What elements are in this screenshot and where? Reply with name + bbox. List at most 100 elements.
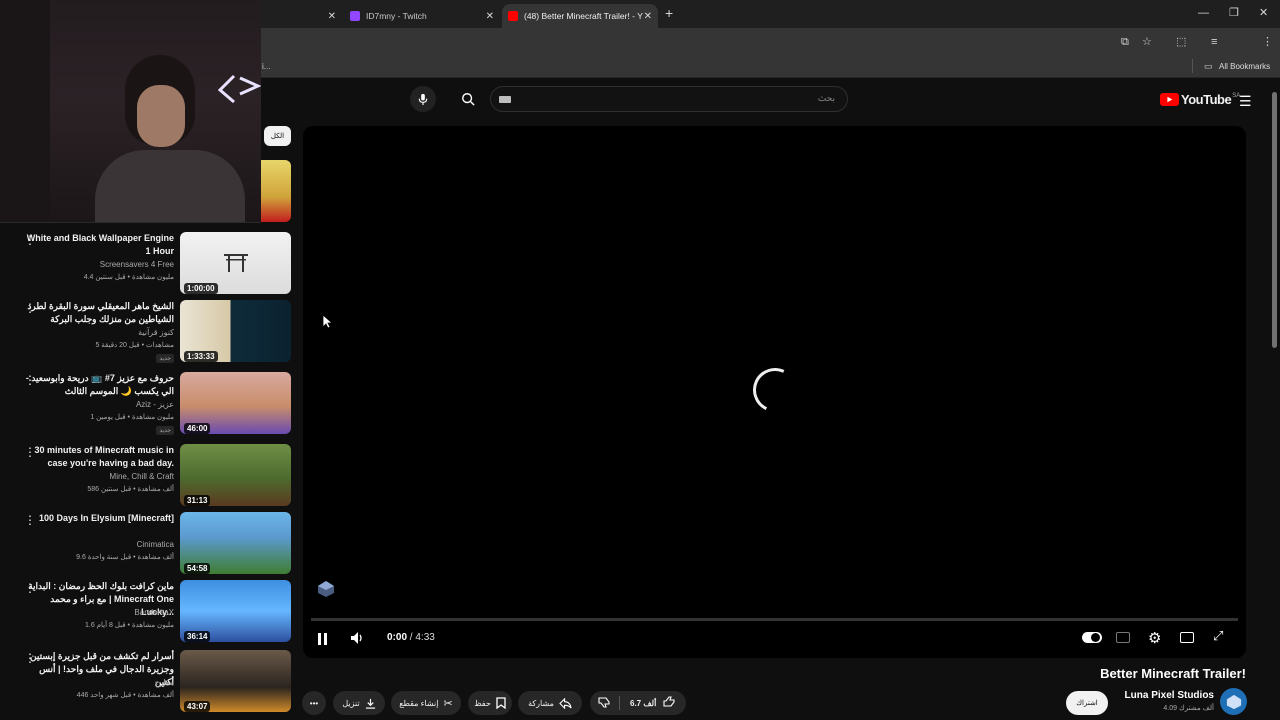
download-button[interactable]: تنزيل xyxy=(333,691,385,715)
close-tab-icon[interactable]: ✕ xyxy=(644,11,652,22)
autoplay-toggle[interactable] xyxy=(1082,632,1102,643)
subtitles-icon[interactable] xyxy=(1116,632,1130,643)
list-item[interactable]: ⋮ 100 Days In Elysium [Minecraft] Cinima… xyxy=(0,512,292,576)
more-actions-button[interactable]: ••• xyxy=(302,691,326,715)
fullscreen-icon[interactable]: ⤢ xyxy=(1213,628,1223,644)
page-scrollbar[interactable] xyxy=(1272,92,1277,348)
youtube-favicon-icon xyxy=(508,11,518,21)
video-item-title[interactable]: حروف مع عزيز 7# 📺 دريحة وابوسعيد - الي ي… xyxy=(24,372,174,398)
channel-avatar[interactable] xyxy=(1220,688,1247,715)
duration-badge: 54:58 xyxy=(184,563,211,574)
video-item-channel[interactable]: BanderitaX xyxy=(24,608,174,617)
chip-all[interactable]: الكل xyxy=(264,126,291,146)
channel-logo-icon xyxy=(1226,694,1241,709)
all-bookmarks-button[interactable]: All Bookmarks xyxy=(1219,62,1270,71)
video-item-meta: 5 مشاهدات • قبل 20 دقيقة xyxy=(95,342,174,349)
divider xyxy=(619,696,620,710)
video-player[interactable]: 0:00 / 4:33 ⚙ ⤢ xyxy=(303,126,1246,658)
bookmark-item[interactable]: i... xyxy=(262,62,270,71)
progress-bar[interactable] xyxy=(311,618,1238,621)
search-button[interactable] xyxy=(455,86,481,112)
bookmark-icon xyxy=(496,697,506,709)
dislike-button[interactable] xyxy=(598,696,610,710)
duration-badge: 36:14 xyxy=(184,631,211,642)
video-item-title[interactable]: 100 Days In Elysium [Minecraft] xyxy=(24,512,174,525)
close-tab-icon[interactable]: ✕ xyxy=(328,11,336,22)
clip-button[interactable]: إنشاء مقطع ✂ xyxy=(391,691,461,715)
keyboard-icon[interactable] xyxy=(499,96,511,103)
pause-button[interactable] xyxy=(317,632,328,650)
like-count: 6.7 ألف xyxy=(630,698,657,708)
video-item-meta: 4.4 مليون مشاهدة • قبل سنتين xyxy=(83,274,174,281)
youtube-logo[interactable]: YouTube SA xyxy=(1160,92,1240,107)
list-item[interactable]: ⋮ White and Black Wallpaper Engine 1 Hou… xyxy=(0,232,292,296)
theater-mode-icon[interactable] xyxy=(1180,632,1194,643)
duration-badge: 43:07 xyxy=(184,701,211,712)
tab-previous[interactable]: ✕ xyxy=(262,4,342,28)
video-item-title[interactable]: الشيخ ماهر المعيقلي سورة البقرة لطرد الش… xyxy=(24,300,174,326)
list-item[interactable]: ⋮ الشيخ ماهر المعيقلي سورة البقرة لطرد ا… xyxy=(0,300,292,364)
list-item[interactable]: ⋮ ماين كرافت بلوك الحظ رمضان : البداية م… xyxy=(0,580,292,644)
video-item-channel[interactable]: Cinimatica xyxy=(24,540,174,549)
subscriber-count: 4.09 ألف مشترك xyxy=(1163,705,1214,712)
settings-gear-icon[interactable]: ⚙ xyxy=(1148,629,1161,647)
channel-name[interactable]: Luna Pixel Studios xyxy=(1125,690,1214,701)
youtube-play-logo-icon xyxy=(1160,93,1179,106)
tab-youtube[interactable]: (48) Better Minecraft Trailer! - Y ✕ xyxy=(502,4,658,28)
close-window-icon[interactable]: ✕ xyxy=(1259,7,1268,19)
volume-button[interactable] xyxy=(350,631,364,650)
close-tab-icon[interactable]: ✕ xyxy=(486,11,494,22)
minimize-icon[interactable]: — xyxy=(1198,7,1209,19)
folder-icon: ▭ xyxy=(1204,61,1213,71)
webcam-face xyxy=(137,85,185,147)
divider xyxy=(0,222,261,223)
video-item-channel[interactable]: Aziz - عزيز xyxy=(24,400,174,409)
media-controls-icon[interactable]: ≡ xyxy=(1211,36,1217,48)
save-button[interactable]: حفظ xyxy=(468,691,512,715)
subscribe-button[interactable]: اشتراك xyxy=(1066,691,1108,715)
neon-sign-icon xyxy=(218,74,261,104)
search-icon xyxy=(462,93,475,106)
tab-twitch[interactable]: ID7mny - Twitch ✕ xyxy=(344,4,500,28)
scissors-icon: ✂ xyxy=(443,697,453,710)
list-item[interactable]: ⋮ 30 minutes of Minecraft music in case … xyxy=(0,444,292,508)
toggle-knob xyxy=(1091,633,1100,642)
search-input[interactable]: بحث xyxy=(490,86,848,112)
divider xyxy=(1192,59,1193,73)
webcam-overlay xyxy=(0,0,261,222)
video-item-title[interactable]: 30 minutes of Minecraft music in case yo… xyxy=(24,444,174,470)
video-item-channel[interactable]: كنوز قرآنية xyxy=(24,328,174,337)
channel-watermark-icon[interactable] xyxy=(317,580,335,598)
duration-badge: 31:13 xyxy=(184,495,211,506)
restore-icon[interactable]: ❐ xyxy=(1229,7,1239,19)
time-display: 0:00 / 4:33 xyxy=(387,632,435,643)
video-item-channel[interactable]: Screensavers 4 Free xyxy=(24,260,174,269)
twitch-icon xyxy=(350,11,360,21)
video-item-channel[interactable]: Mine, Chill & Craft xyxy=(24,472,174,481)
loading-spinner xyxy=(746,361,804,419)
like-button[interactable] xyxy=(663,696,675,710)
share-button[interactable]: مشاركة xyxy=(518,691,582,715)
extensions-icon[interactable]: ⬚ xyxy=(1176,36,1186,48)
like-dislike-group: 6.7 ألف xyxy=(590,691,686,715)
video-item-meta: 586 ألف مشاهدة • قبل سنتين xyxy=(87,486,174,493)
voice-search-button[interactable] xyxy=(410,86,436,112)
install-app-icon[interactable]: ⧉ xyxy=(1121,36,1129,48)
duration-badge: 46:00 xyxy=(184,423,211,434)
video-item-title[interactable]: White and Black Wallpaper Engine 1 Hour xyxy=(24,232,174,258)
bookmark-star-icon[interactable]: ☆ xyxy=(1142,36,1152,48)
hamburger-menu-icon[interactable]: ☰ xyxy=(1239,93,1252,110)
webcam-background-shelf xyxy=(0,0,50,222)
list-item[interactable]: ⋮ أسرار لم تكشف من قبل جزيرة إبستين وجزي… xyxy=(0,650,292,714)
thumbs-up-icon xyxy=(663,696,675,707)
duration-badge: 1:33:33 xyxy=(184,351,218,362)
pause-icon xyxy=(318,633,327,645)
partial-thumbnail[interactable] xyxy=(261,160,291,222)
video-item-channel[interactable]: معارج xyxy=(24,678,174,687)
list-item[interactable]: ⋮ حروف مع عزيز 7# 📺 دريحة وابوسعيد - الي… xyxy=(0,372,292,436)
new-tab-button[interactable]: + xyxy=(665,6,673,20)
duration-badge: 1:00:00 xyxy=(184,283,218,294)
new-badge: جديد xyxy=(156,354,174,363)
menu-kebab-icon[interactable]: ⋮ xyxy=(1262,36,1273,48)
video-item-meta: 1 مليون مشاهدة • قبل يومين xyxy=(90,414,174,421)
